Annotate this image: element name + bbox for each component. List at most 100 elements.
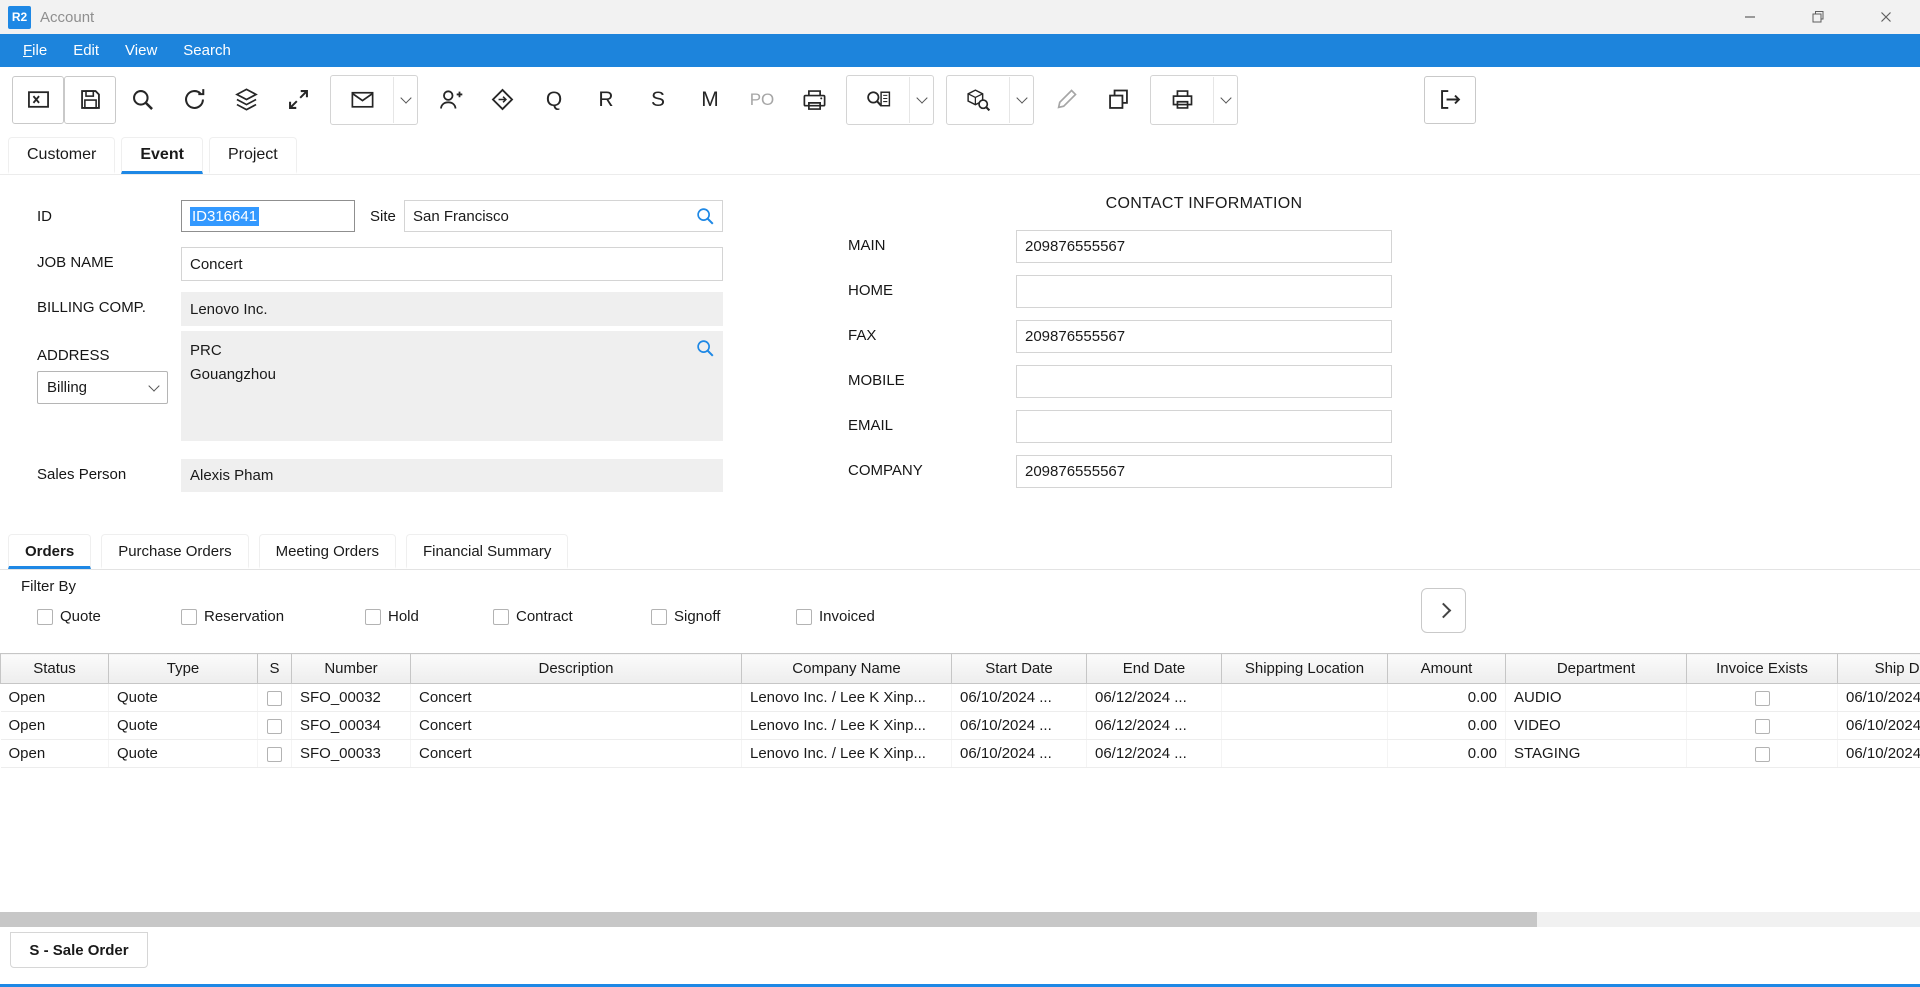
tab-orders[interactable]: Orders [8, 534, 91, 569]
scrollbar-thumb[interactable] [0, 912, 1537, 927]
sale-checkbox[interactable] [267, 747, 282, 762]
pencil-icon [1053, 86, 1080, 113]
window-restore-button[interactable] [1784, 0, 1852, 34]
print-dropdown-button[interactable] [1213, 77, 1237, 123]
contact-label-home: HOME [848, 282, 893, 299]
table-row[interactable]: OpenQuoteSFO_00034ConcertLenovo Inc. / L… [1, 712, 1920, 740]
table-row[interactable]: OpenQuoteSFO_00033ConcertLenovo Inc. / L… [1, 740, 1920, 768]
search-button[interactable] [116, 76, 168, 124]
cell-type: Quote [109, 684, 258, 712]
menu-file[interactable]: File [10, 34, 60, 67]
tab-meeting-orders[interactable]: Meeting Orders [259, 534, 396, 569]
tab-purchase-orders[interactable]: Purchase Orders [101, 534, 248, 569]
navigate-button[interactable] [476, 76, 528, 124]
chevron-down-icon [916, 92, 927, 103]
add-contact-button[interactable] [424, 76, 476, 124]
send-email-button[interactable] [331, 77, 393, 123]
contact-input-company[interactable]: 209876555567 [1016, 455, 1392, 488]
invoice-exists-checkbox[interactable] [1755, 747, 1770, 762]
filter-by-label: Filter By [21, 578, 76, 595]
job-name-input[interactable]: Concert [181, 247, 723, 281]
id-input[interactable]: ID316641 [181, 200, 355, 232]
contact-value-main: 209876555567 [1025, 238, 1125, 255]
fax-button[interactable] [788, 76, 840, 124]
exit-icon [1437, 86, 1464, 113]
tab-project[interactable]: Project [209, 137, 297, 174]
window-close-button[interactable] [1852, 0, 1920, 34]
document-search-button[interactable] [847, 77, 909, 123]
item-search-dropdown-button[interactable] [1009, 77, 1033, 123]
sales-person-label: Sales Person [37, 466, 126, 483]
column-header-amount[interactable]: Amount [1388, 654, 1506, 684]
column-header-type[interactable]: Type [109, 654, 258, 684]
contact-input-fax[interactable]: 209876555567 [1016, 320, 1392, 353]
column-header-department[interactable]: Department [1506, 654, 1687, 684]
expand-button[interactable] [272, 76, 324, 124]
send-email-dropdown-button[interactable] [393, 77, 417, 123]
column-header-company-name[interactable]: Company Name [742, 654, 952, 684]
cell-invoice-exists [1687, 712, 1838, 740]
titlebar: R2 Account [0, 0, 1920, 34]
window-controls [1716, 0, 1920, 34]
sale-order-legend: S - Sale Order [10, 932, 148, 968]
filter-checkbox-quote[interactable] [37, 609, 53, 625]
contact-label-main: MAIN [848, 237, 886, 254]
meeting-order-button[interactable]: M [684, 76, 736, 124]
layers-button[interactable] [220, 76, 272, 124]
exit-button[interactable] [1424, 76, 1476, 124]
minimize-icon [1743, 10, 1757, 24]
filter-label-hold: Hold [388, 608, 419, 625]
document-search-dropdown-button[interactable] [909, 77, 933, 123]
contact-input-email[interactable] [1016, 410, 1392, 443]
filter-checkbox-hold[interactable] [365, 609, 381, 625]
invoice-exists-checkbox[interactable] [1755, 719, 1770, 734]
expand-filter-button[interactable] [1421, 588, 1466, 633]
contact-input-home[interactable] [1016, 275, 1392, 308]
box-x-icon [25, 86, 52, 113]
quote-button[interactable]: Q [528, 76, 580, 124]
item-search-button[interactable] [947, 77, 1009, 123]
table-row[interactable]: OpenQuoteSFO_00032ConcertLenovo Inc. / L… [1, 684, 1920, 712]
filter-checkbox-signoff[interactable] [651, 609, 667, 625]
column-header-start-date[interactable]: Start Date [952, 654, 1087, 684]
window-minimize-button[interactable] [1716, 0, 1784, 34]
invoice-exists-checkbox[interactable] [1755, 691, 1770, 706]
column-header-end-date[interactable]: End Date [1087, 654, 1222, 684]
expand-icon [285, 86, 312, 113]
copy-button[interactable] [1092, 76, 1144, 124]
column-header-status[interactable]: Status [1, 654, 109, 684]
filter-checkbox-invoiced[interactable] [796, 609, 812, 625]
refresh-button[interactable] [168, 76, 220, 124]
column-header-invoice-exists[interactable]: Invoice Exists [1687, 654, 1838, 684]
tab-customer[interactable]: Customer [8, 137, 115, 174]
sale-order-button[interactable]: S [632, 76, 684, 124]
copy-icon [1105, 86, 1132, 113]
column-header-shipping-location[interactable]: Shipping Location [1222, 654, 1388, 684]
menu-search[interactable]: Search [170, 34, 244, 67]
column-header-s[interactable]: S [258, 654, 292, 684]
sale-checkbox[interactable] [267, 719, 282, 734]
print-button[interactable] [1151, 77, 1213, 123]
reservation-button[interactable]: R [580, 76, 632, 124]
contact-input-mobile[interactable] [1016, 365, 1392, 398]
column-header-number[interactable]: Number [292, 654, 411, 684]
column-header-ship-date[interactable]: Ship Date [1838, 654, 1920, 684]
site-search-icon[interactable] [694, 205, 716, 227]
tab-financial-summary[interactable]: Financial Summary [406, 534, 568, 569]
tab-event[interactable]: Event [121, 137, 203, 174]
filter-section: Filter By QuoteReservationHoldContractSi… [0, 570, 1920, 653]
menu-edit[interactable]: Edit [60, 34, 112, 67]
horizontal-scrollbar[interactable] [0, 912, 1920, 927]
filter-checkbox-contract[interactable] [493, 609, 509, 625]
address-type-select[interactable]: Billing [37, 371, 168, 404]
cancel-record-button[interactable] [12, 76, 64, 124]
address-search-icon[interactable] [694, 337, 716, 359]
site-input[interactable]: San Francisco [404, 200, 723, 232]
filter-checkbox-reservation[interactable] [181, 609, 197, 625]
sale-checkbox[interactable] [267, 691, 282, 706]
save-record-button[interactable] [64, 76, 116, 124]
contact-input-main[interactable]: 209876555567 [1016, 230, 1392, 263]
column-header-description[interactable]: Description [411, 654, 742, 684]
sale-order-label: S [651, 88, 665, 112]
menu-view[interactable]: View [112, 34, 170, 67]
